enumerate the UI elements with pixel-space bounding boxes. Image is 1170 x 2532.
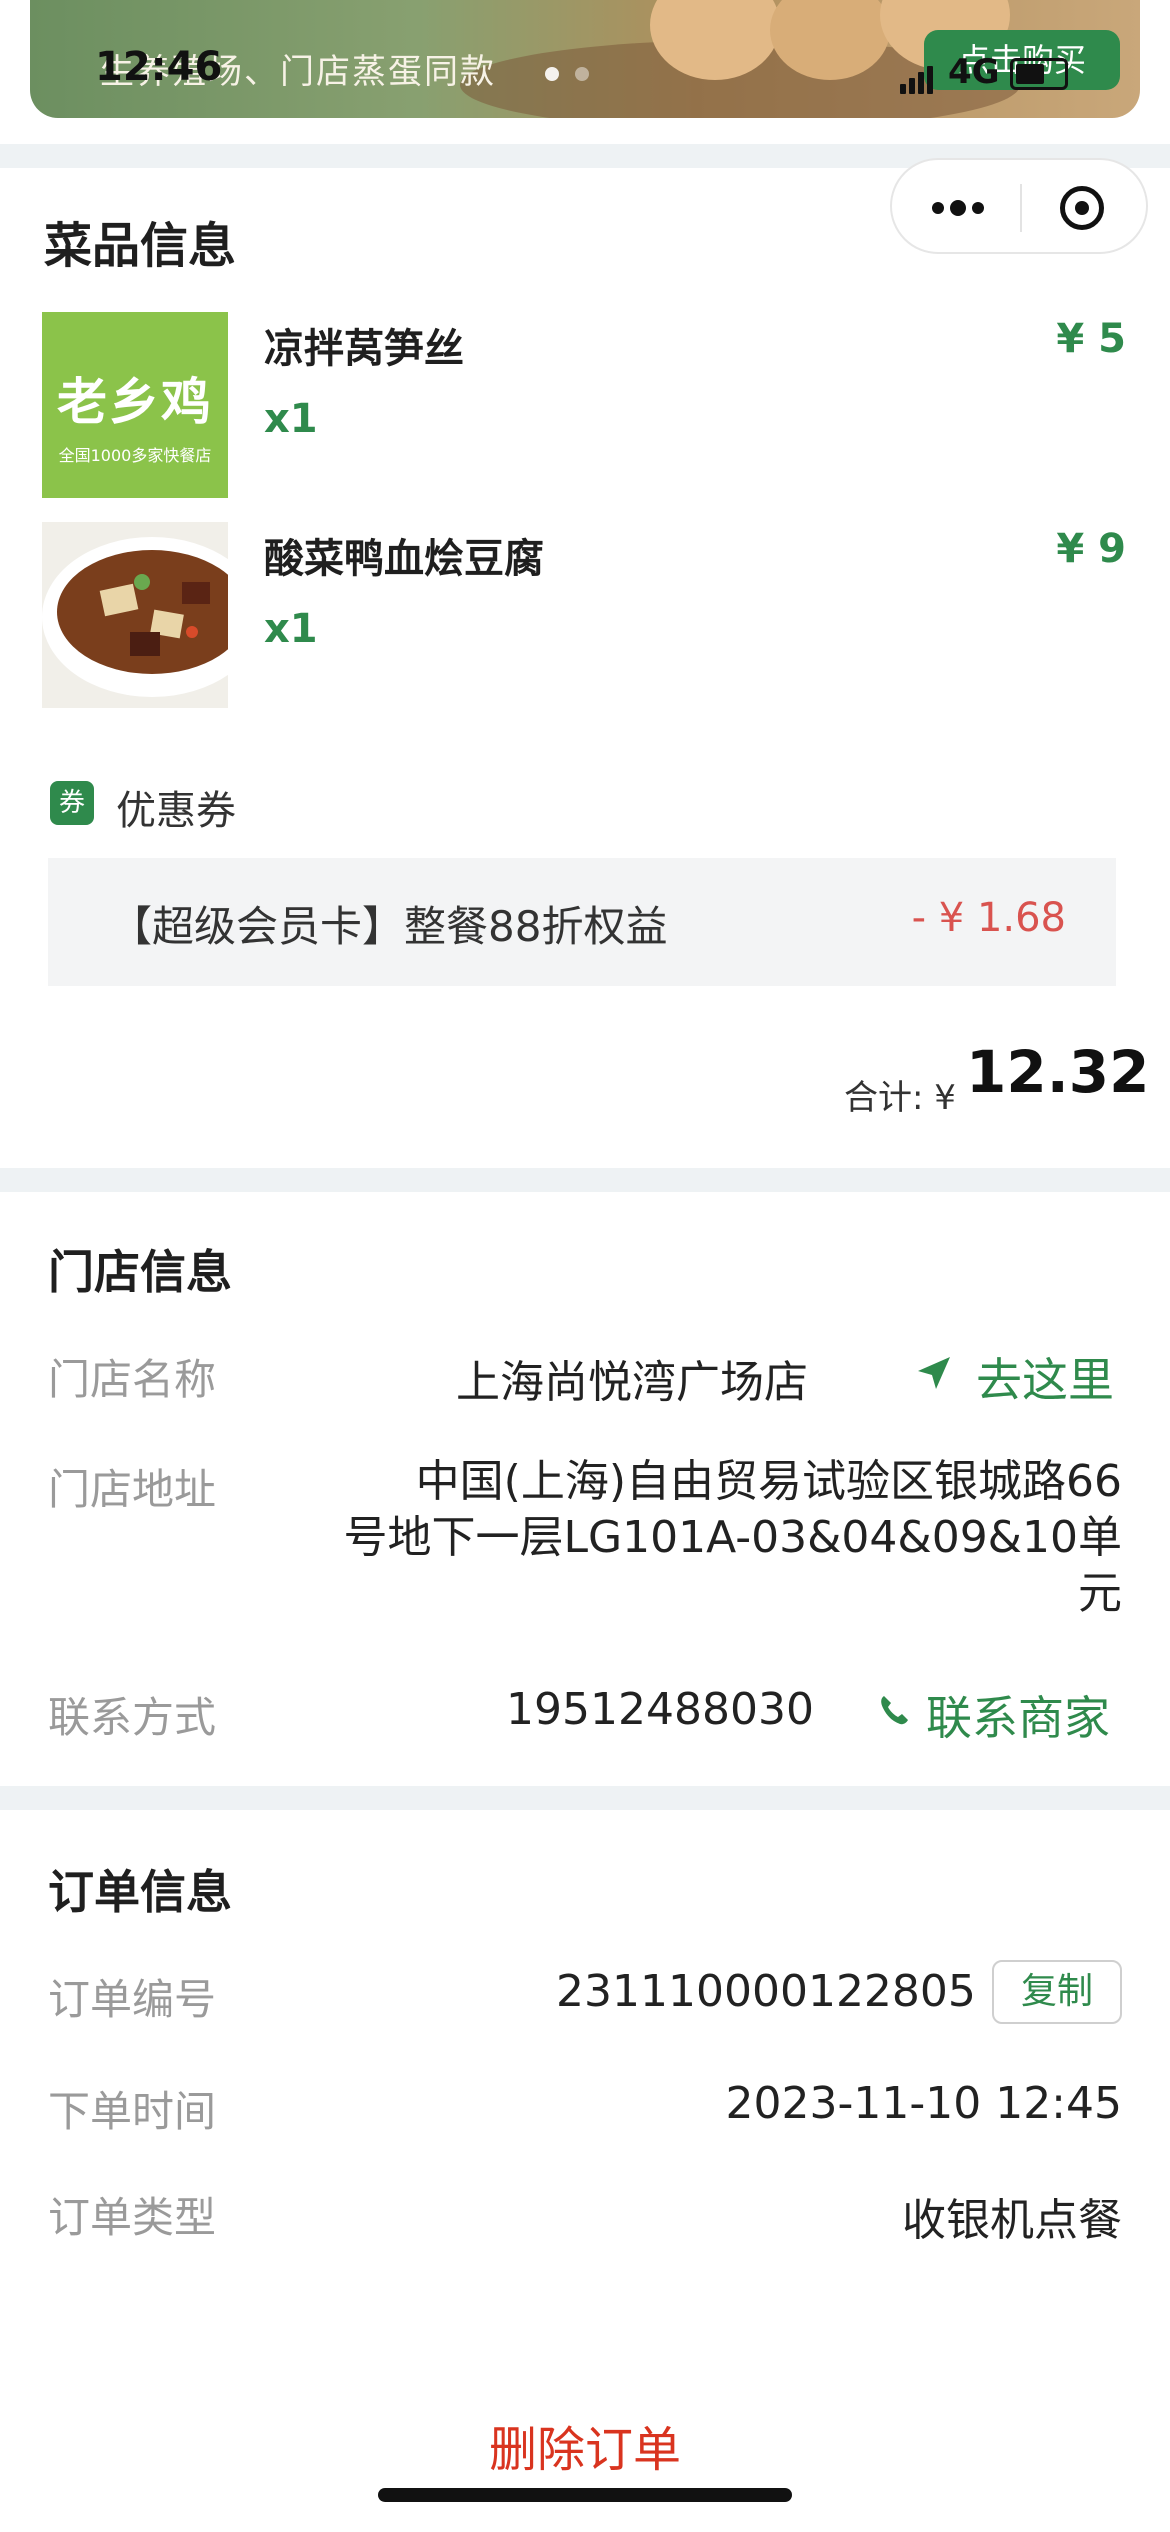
section-separator xyxy=(0,1786,1170,1810)
store-name-value: 上海尚悦湾广场店 xyxy=(456,1357,808,1408)
soup-image xyxy=(42,537,228,697)
banner-pagination xyxy=(545,66,605,85)
signal-icon xyxy=(900,54,936,94)
total-label: 合计: ¥ xyxy=(844,1078,956,1118)
order-number-label: 订单编号 xyxy=(48,1975,217,2024)
order-time-value: 2023-11-10 12:45 xyxy=(725,2078,1123,2129)
total-amount: 12.32 xyxy=(966,1038,1150,1106)
dish-price: ¥ 5 xyxy=(1056,316,1126,362)
order-type-value: 收银机点餐 xyxy=(902,2195,1122,2246)
close-miniprogram-icon[interactable] xyxy=(1060,186,1104,230)
contact-merchant-button[interactable]: 联系商家 xyxy=(926,1682,1110,1748)
network-type: 4G xyxy=(948,52,1000,92)
address-line: 号地下一层LG101A-03&04&09&10单 xyxy=(343,1512,1123,1563)
store-address-value: 中国(上海)自由贸易试验区银城路66 号地下一层LG101A-03&04&09&… xyxy=(300,1454,1123,1622)
phone-icon[interactable] xyxy=(878,1694,910,1730)
dish-section-title: 菜品信息 xyxy=(44,218,237,274)
coupon-name: 【超级会员卡】整餐88折权益 xyxy=(110,902,668,951)
coupon-label: 优惠券 xyxy=(116,788,236,834)
dish-name: 凉拌莴笋丝 xyxy=(264,326,464,372)
dish-qty: x1 xyxy=(264,606,318,652)
dish-qty: x1 xyxy=(264,396,318,442)
coupon-icon: 券 xyxy=(50,781,94,825)
delete-order-button[interactable]: 删除订单 xyxy=(0,2410,1170,2480)
dish-price: ¥ 9 xyxy=(1056,526,1126,572)
address-line: 元 xyxy=(1078,1568,1122,1619)
miniprogram-capsule xyxy=(890,158,1148,254)
order-number-value: 231110000122805 xyxy=(556,1966,976,2017)
navigate-button[interactable]: 去这里 xyxy=(976,1344,1114,1410)
dish-name: 酸菜鸭血烩豆腐 xyxy=(264,536,544,582)
status-time: 12:46 xyxy=(95,44,223,90)
navigate-icon[interactable] xyxy=(916,1355,952,1395)
dish-thumb: 老乡鸡 全国1000多家快餐店 xyxy=(42,312,228,498)
contact-phone: 19512488030 xyxy=(506,1684,814,1735)
contact-label: 联系方式 xyxy=(48,1693,217,1742)
store-name-label: 门店名称 xyxy=(48,1355,217,1404)
store-section-title: 门店信息 xyxy=(48,1245,232,1299)
coupon-discount: - ¥ 1.68 xyxy=(911,895,1066,941)
order-time-label: 下单时间 xyxy=(48,2087,217,2136)
dish-thumb xyxy=(42,522,228,708)
brand-subtitle: 全国1000多家快餐店 xyxy=(58,446,212,465)
brand-logo: 老乡鸡 xyxy=(57,373,213,431)
store-address-label: 门店地址 xyxy=(48,1465,217,1514)
order-section-title: 订单信息 xyxy=(48,1865,232,1919)
battery-icon xyxy=(1009,57,1068,90)
home-indicator[interactable] xyxy=(378,2488,792,2502)
more-options-icon[interactable] xyxy=(932,198,990,218)
section-separator xyxy=(0,1168,1170,1192)
copy-button[interactable]: 复制 xyxy=(992,1960,1122,2024)
address-line: 中国(上海)自由贸易试验区银城路66 xyxy=(415,1456,1122,1507)
status-indicators: 4G xyxy=(900,52,1068,94)
order-type-label: 订单类型 xyxy=(48,2193,217,2242)
